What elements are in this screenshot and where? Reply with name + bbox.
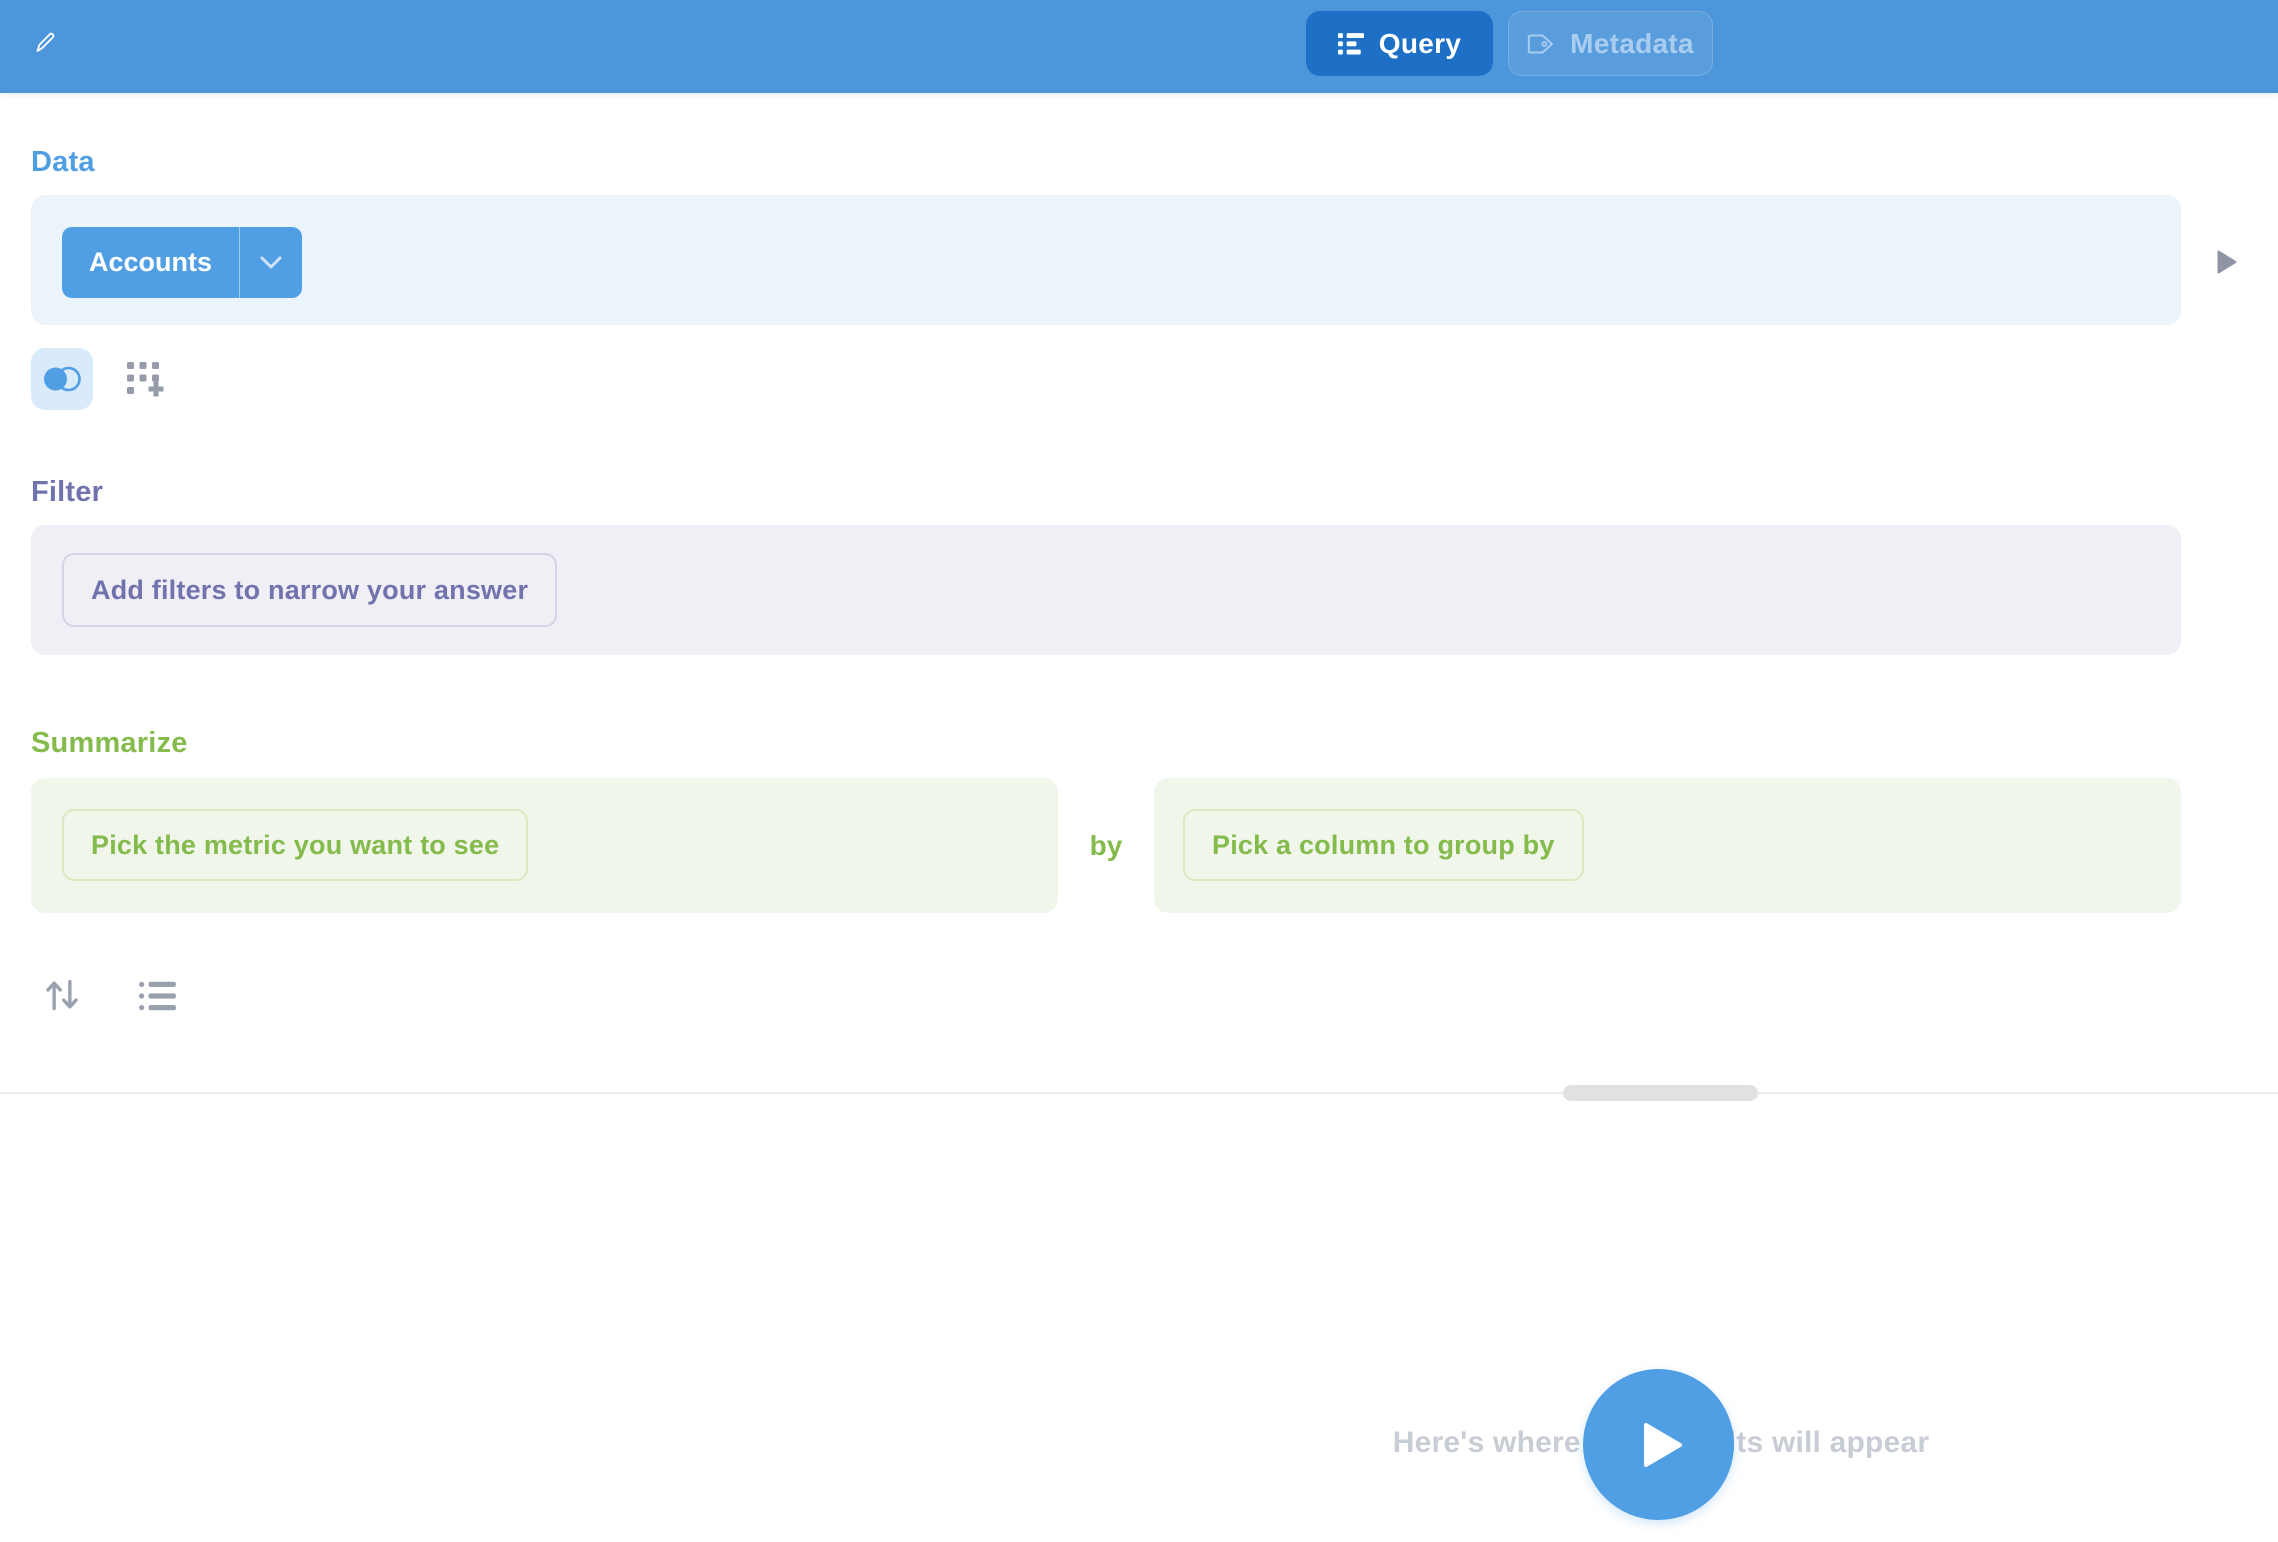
- notebook-list-icon: [1338, 33, 1364, 55]
- pane-divider: [0, 1092, 2278, 1094]
- preview-step-play-icon[interactable]: [2216, 249, 2240, 275]
- edit-pencil-icon[interactable]: [33, 30, 57, 54]
- join-data-button[interactable]: [31, 348, 93, 410]
- table-picker-label: Accounts: [62, 227, 239, 298]
- row-limit-button[interactable]: [139, 980, 177, 1012]
- add-filter-button[interactable]: Add filters to narrow your answer: [62, 553, 557, 627]
- pick-metric-button[interactable]: Pick the metric you want to see: [62, 809, 528, 881]
- tab-query-label: Query: [1379, 28, 1461, 60]
- list-icon: [139, 980, 177, 1012]
- grid-plus-icon: [127, 362, 165, 400]
- summarize-section-label: Summarize: [31, 727, 188, 760]
- table-picker-button[interactable]: Accounts: [62, 227, 302, 298]
- summarize-by-label: by: [1058, 830, 1154, 862]
- play-icon: [1643, 1422, 1683, 1468]
- data-section-label: Data: [31, 146, 95, 179]
- run-query-button[interactable]: [1583, 1369, 1734, 1520]
- custom-column-button[interactable]: [126, 361, 166, 401]
- filter-section-label: Filter: [31, 476, 103, 509]
- join-venn-icon: [41, 364, 83, 394]
- tab-metadata[interactable]: Metadata: [1508, 11, 1713, 76]
- pane-resize-handle[interactable]: [1563, 1085, 1758, 1101]
- app-header: Query Metadata: [0, 0, 2278, 93]
- chevron-down-icon: [240, 227, 302, 298]
- data-step: Accounts: [31, 195, 2181, 325]
- sort-button[interactable]: [44, 977, 80, 1013]
- pick-groupby-column-button[interactable]: Pick a column to group by: [1183, 809, 1584, 881]
- sort-arrows-icon: [48, 983, 60, 1008]
- tab-metadata-label: Metadata: [1570, 28, 1694, 60]
- tag-icon: [1527, 33, 1555, 55]
- tab-query[interactable]: Query: [1306, 11, 1493, 76]
